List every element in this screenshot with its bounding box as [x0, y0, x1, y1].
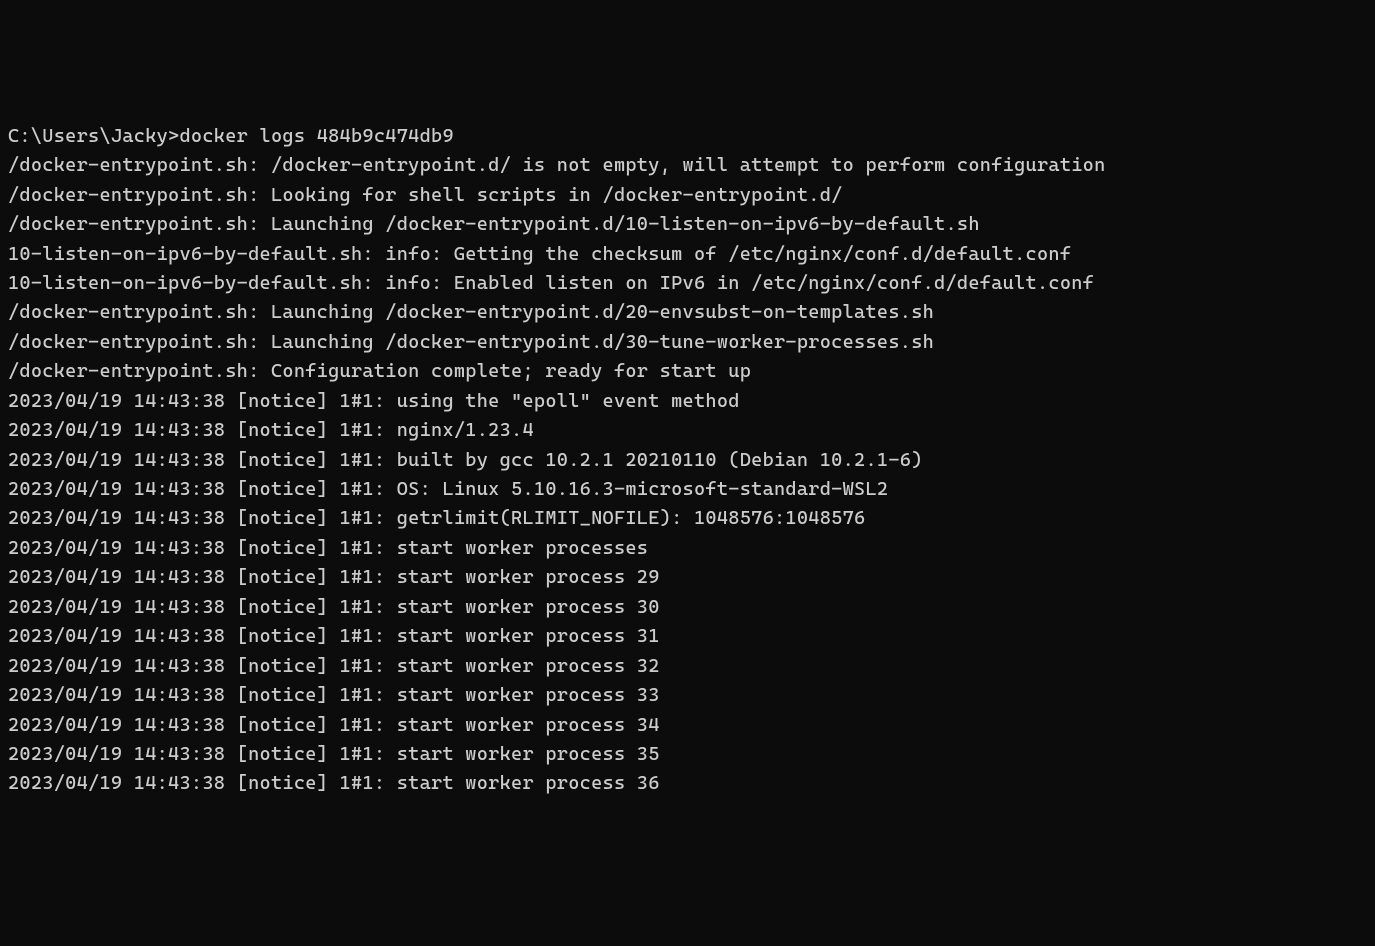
- log-line: 2023/04/19 14:43:38 [notice] 1#1: getrli…: [8, 504, 1367, 533]
- log-line: 2023/04/19 14:43:38 [notice] 1#1: start …: [8, 769, 1367, 798]
- log-line: /docker-entrypoint.sh: Looking for shell…: [8, 181, 1367, 210]
- prompt: C:\Users\Jacky>: [8, 125, 180, 147]
- log-line: 2023/04/19 14:43:38 [notice] 1#1: nginx/…: [8, 416, 1367, 445]
- command-line: C:\Users\Jacky>docker logs 484b9c474db9: [8, 122, 1367, 151]
- log-line: 2023/04/19 14:43:38 [notice] 1#1: built …: [8, 446, 1367, 475]
- log-line: 2023/04/19 14:43:38 [notice] 1#1: start …: [8, 652, 1367, 681]
- log-line: 2023/04/19 14:43:38 [notice] 1#1: start …: [8, 534, 1367, 563]
- log-line: 2023/04/19 14:43:38 [notice] 1#1: start …: [8, 740, 1367, 769]
- log-line: 2023/04/19 14:43:38 [notice] 1#1: start …: [8, 711, 1367, 740]
- log-line: 10-listen-on-ipv6-by-default.sh: info: E…: [8, 269, 1367, 298]
- terminal-output[interactable]: C:\Users\Jacky>docker logs 484b9c474db9/…: [8, 122, 1367, 799]
- log-line: /docker-entrypoint.sh: /docker-entrypoin…: [8, 151, 1367, 180]
- log-line: 2023/04/19 14:43:38 [notice] 1#1: start …: [8, 681, 1367, 710]
- log-line: /docker-entrypoint.sh: Launching /docker…: [8, 298, 1367, 327]
- command-text: docker logs 484b9c474db9: [180, 125, 454, 147]
- log-line: 2023/04/19 14:43:38 [notice] 1#1: start …: [8, 622, 1367, 651]
- log-line: /docker-entrypoint.sh: Launching /docker…: [8, 328, 1367, 357]
- log-line: 2023/04/19 14:43:38 [notice] 1#1: start …: [8, 593, 1367, 622]
- log-line: 10-listen-on-ipv6-by-default.sh: info: G…: [8, 240, 1367, 269]
- log-line: /docker-entrypoint.sh: Launching /docker…: [8, 210, 1367, 239]
- log-line: 2023/04/19 14:43:38 [notice] 1#1: OS: Li…: [8, 475, 1367, 504]
- log-line: 2023/04/19 14:43:38 [notice] 1#1: start …: [8, 563, 1367, 592]
- log-line: 2023/04/19 14:43:38 [notice] 1#1: using …: [8, 387, 1367, 416]
- log-line: /docker-entrypoint.sh: Configuration com…: [8, 357, 1367, 386]
